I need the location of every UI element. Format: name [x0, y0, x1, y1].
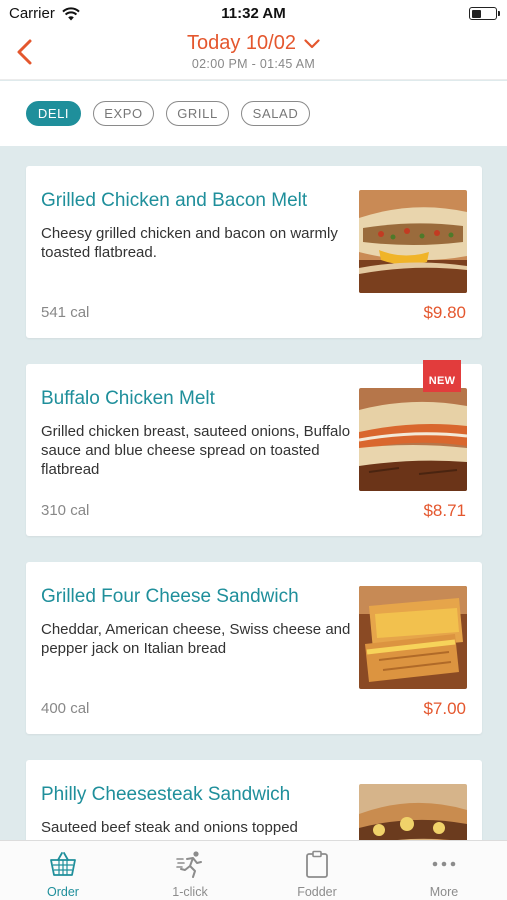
menu-item-card[interactable]: Buffalo Chicken Melt Grilled chicken bre… — [26, 360, 482, 536]
basket-icon — [50, 852, 76, 876]
menu-item-description: Cheddar, American cheese, Swiss cheese a… — [41, 621, 351, 657]
filter-chip-expo[interactable]: EXPO — [93, 101, 154, 126]
tab-more[interactable]: More — [381, 841, 507, 900]
grilled-cheese-photo — [359, 586, 467, 689]
chevron-down-icon — [304, 38, 320, 48]
menu-item-name: Philly Cheesesteak Sandwich — [41, 784, 291, 805]
menu-item-price: $9.80 — [423, 303, 466, 322]
tab-fodder[interactable]: Fodder — [254, 841, 380, 900]
battery-icon — [469, 7, 500, 20]
menu-item-calories: 310 cal — [41, 502, 90, 519]
menu-item-name: Grilled Four Cheese Sandwich — [41, 586, 299, 607]
buffalo-melt-photo — [359, 388, 467, 491]
menu-item-description: Cheesy grilled chicken and bacon on warm… — [41, 225, 338, 261]
filter-chip-grill[interactable]: GRILL — [166, 101, 229, 126]
status-bar: Carrier 11:32 AM — [0, 0, 507, 28]
menu-item-description: Sauteed beef steak and onions topped — [41, 819, 298, 836]
menu-list: Grilled Chicken and Bacon Melt Cheesy gr… — [0, 146, 507, 840]
tab-label: 1-click — [172, 885, 208, 899]
tab-label: More — [429, 885, 459, 899]
tab-bar: Order 1-click Fodder More — [0, 840, 507, 900]
menu-item-calories: 400 cal — [41, 700, 90, 717]
menu-item-card[interactable]: Philly Cheesesteak Sandwich Sauteed beef… — [26, 760, 482, 840]
more-dots-icon — [432, 861, 456, 867]
filter-chip-salad[interactable]: SALAD — [241, 101, 310, 126]
cheesesteak-photo — [359, 784, 467, 840]
station-filters: DELI EXPO GRILL SALAD — [0, 81, 507, 146]
time-range: 02:00 PM - 01:45 AM — [191, 57, 316, 71]
tab-label: Fodder — [297, 885, 337, 899]
tab-label: Order — [47, 885, 79, 899]
tab-1-click[interactable]: 1-click — [127, 841, 253, 900]
filter-chip-deli[interactable]: DELI — [26, 101, 81, 126]
tab-order[interactable]: Order — [0, 841, 126, 900]
menu-item-price: $7.00 — [423, 699, 466, 718]
menu-item-price: $8.71 — [423, 501, 466, 520]
battery-level — [471, 9, 482, 18]
menu-item-calories: 541 cal — [41, 304, 90, 321]
nav-header: Today 10/02 02:00 PM - 01:45 AM — [0, 28, 507, 80]
menu-item-card[interactable]: Grilled Chicken and Bacon Melt Cheesy gr… — [26, 166, 482, 338]
menu-item-description: Grilled chicken breast, sauteed onions, … — [41, 423, 351, 478]
date-selector[interactable]: Today 10/02 02:00 PM - 01:45 AM — [0, 32, 507, 71]
menu-item-name: Buffalo Chicken Melt — [41, 388, 215, 409]
flatbread-melt-photo — [359, 190, 467, 293]
new-badge: NEW — [423, 360, 461, 392]
clipboard-icon — [306, 850, 328, 878]
menu-item-card[interactable]: Grilled Four Cheese Sandwich Cheddar, Am… — [26, 562, 482, 734]
menu-item-name: Grilled Chicken and Bacon Melt — [41, 190, 308, 211]
page-title: Today 10/02 — [187, 32, 296, 54]
running-person-icon — [176, 851, 202, 878]
status-time: 11:32 AM — [221, 5, 286, 22]
